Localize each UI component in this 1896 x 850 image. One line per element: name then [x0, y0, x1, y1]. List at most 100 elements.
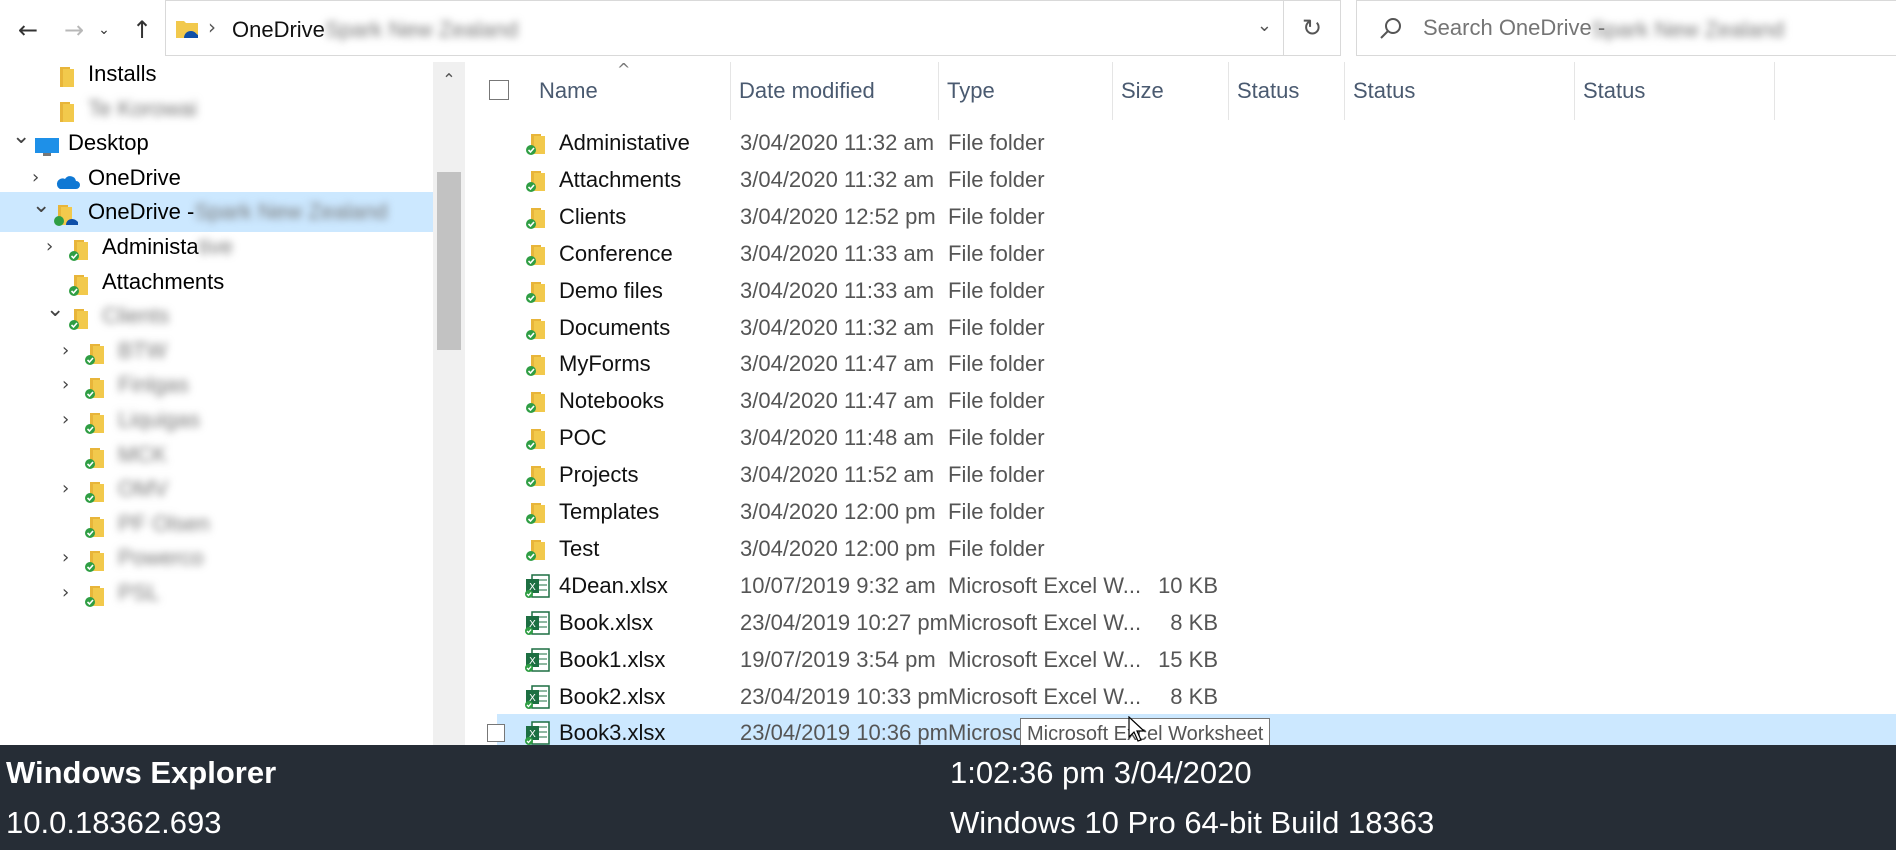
file-type: File folder: [948, 351, 1045, 377]
chevron-right-icon[interactable]: ›: [62, 573, 69, 613]
table-row[interactable]: Attachments 3/04/2020 11:32 am File folder: [497, 161, 1896, 198]
address-bar[interactable]: › OneDriveSpark New Zealand ⌄ ↻: [165, 0, 1341, 56]
search-box[interactable]: Spark New Zealand: [1356, 0, 1896, 56]
chevron-down-icon[interactable]: ⌄: [32, 186, 50, 226]
table-row[interactable]: Templates 3/04/2020 12:00 pm File folder: [497, 493, 1896, 530]
up-button[interactable]: ↑: [124, 12, 160, 48]
table-row[interactable]: X Book1.xlsx 19/07/2019 3:54 pm Microsoft E…: [497, 641, 1896, 678]
file-name: Demo files: [559, 277, 663, 303]
file-size: 10 KB: [1158, 572, 1218, 598]
scrollbar-thumb[interactable]: [437, 172, 461, 350]
breadcrumb[interactable]: OneDriveSpark New Zealand: [232, 17, 518, 43]
file-type: File folder: [948, 462, 1045, 488]
table-row[interactable]: Documents 3/04/2020 11:32 am File folder: [497, 309, 1896, 346]
file-type: File folder: [948, 130, 1045, 155]
file-date: 3/04/2020 11:32 am: [740, 166, 935, 192]
file-name: Clients: [559, 203, 627, 229]
os-version: Windows 10 Pro 64-bit Build 18363: [950, 805, 1435, 840]
onedrive-folder-icon: [174, 16, 200, 47]
file-name: Projects: [559, 462, 639, 488]
arrow-left-icon: ←: [17, 16, 39, 44]
chevron-down-icon: ⌄: [1256, 15, 1272, 36]
recent-locations-button[interactable]: ⌄: [92, 12, 116, 48]
file-date: 3/04/2020 11:32 am: [740, 314, 935, 340]
nav-item-label: PSL: [118, 573, 160, 613]
blurred-path: Spark New Zealand: [324, 17, 519, 42]
back-button[interactable]: ←: [10, 12, 46, 48]
file-date: 3/04/2020 12:00 pm: [740, 535, 936, 561]
refresh-icon: ↻: [1301, 14, 1323, 42]
column-header-status[interactable]: Status: [1345, 62, 1575, 120]
file-list: ^ Name Date modified Type Size Status St…: [467, 62, 1896, 745]
arrow-up-icon: ↑: [131, 16, 153, 44]
file-name: Attachments: [559, 166, 682, 192]
table-row[interactable]: POC 3/04/2020 11:48 am File folder: [497, 419, 1896, 456]
column-header-status[interactable]: Status: [1575, 62, 1775, 120]
select-all-checkbox[interactable]: [489, 80, 509, 100]
file-type: File folder: [948, 425, 1045, 451]
file-type: File folder: [948, 535, 1045, 561]
file-date: 3/04/2020 11:32 am: [740, 130, 935, 155]
nav-item[interactable]: › PSL: [0, 573, 433, 613]
app-name: Windows Explorer: [6, 755, 277, 790]
file-name: 4Dean.xlsx: [559, 572, 668, 598]
info-bar: Windows Explorer 10.0.18362.693 1:02:36 …: [0, 745, 1896, 850]
folder-icon: [84, 581, 108, 621]
file-size: 8 KB: [1170, 609, 1218, 635]
arrow-right-icon: →: [63, 16, 85, 44]
chevron-down-icon[interactable]: ⌄: [46, 290, 64, 330]
table-row[interactable]: Conference 3/04/2020 11:33 am File folder: [497, 235, 1896, 272]
file-name: Test: [559, 535, 600, 561]
file-date: 19/07/2019 3:54 pm: [740, 646, 936, 672]
table-row[interactable]: Projects 3/04/2020 11:52 am File folder: [497, 456, 1896, 493]
file-name: Book2.xlsx: [559, 683, 666, 709]
search-icon: [1379, 16, 1403, 45]
file-type: File folder: [948, 203, 1045, 229]
table-row[interactable]: X Book.xlsx 23/04/2019 10:27 pm Microsoft E…: [497, 604, 1896, 641]
row-checkbox[interactable]: [487, 724, 505, 743]
file-date: 3/04/2020 11:47 am: [740, 351, 935, 377]
column-header-date[interactable]: Date modified: [731, 62, 939, 120]
scroll-up-icon[interactable]: ⌃: [433, 70, 465, 89]
table-row[interactable]: Demo files 3/04/2020 11:33 am File folder: [497, 272, 1896, 309]
address-dropdown-button[interactable]: ⌄: [1257, 15, 1272, 36]
file-name: Conference: [559, 240, 673, 266]
file-name: Documents: [559, 314, 671, 340]
table-row[interactable]: X Book2.xlsx 23/04/2019 10:33 pm Microsoft …: [497, 678, 1896, 715]
file-name: Book3.xlsx: [559, 720, 666, 745]
file-date: 23/04/2019 10:27 pm: [740, 609, 948, 635]
file-type: File folder: [948, 388, 1045, 414]
chevron-down-icon: ⌄: [98, 22, 110, 38]
file-type: File folder: [948, 166, 1045, 192]
column-header-type[interactable]: Type: [939, 62, 1113, 120]
file-name: Notebooks: [559, 388, 665, 414]
breadcrumb-separator-icon: ›: [208, 15, 216, 39]
table-row[interactable]: Administative 3/04/2020 11:32 am File fold…: [497, 124, 1896, 161]
mouse-cursor-icon: [1128, 715, 1146, 747]
table-row[interactable]: Notebooks 3/04/2020 11:47 am File folder: [497, 382, 1896, 419]
file-name: Book.xlsx: [559, 609, 654, 635]
table-row[interactable]: Clients 3/04/2020 12:52 pm File folder: [497, 198, 1896, 235]
file-type: File folder: [948, 499, 1045, 524]
file-date: 3/04/2020 11:52 am: [740, 462, 935, 488]
forward-button[interactable]: →: [56, 12, 92, 48]
excel-file-icon: X: [525, 720, 551, 745]
chevron-down-icon[interactable]: ⌄: [12, 117, 30, 157]
file-date: 10/07/2019 9:32 am: [740, 572, 936, 598]
table-row[interactable]: Test 3/04/2020 12:00 pm File folder: [497, 530, 1896, 567]
file-date: 23/04/2019 10:36 pm: [740, 720, 948, 745]
column-header-status[interactable]: Status: [1229, 62, 1345, 120]
file-date: 3/04/2020 12:00 pm: [740, 499, 936, 524]
datetime: 1:02:36 pm 3/04/2020: [950, 755, 1252, 790]
table-row[interactable]: X 4Dean.xlsx 10/07/2019 9:32 am Microsoft E…: [497, 567, 1896, 604]
top-bar: ← → ⌄ ↑ › OneDriveSpark New Zealand ⌄ ↻ …: [0, 0, 1896, 62]
column-header-size[interactable]: Size: [1113, 62, 1229, 120]
file-date: 23/04/2019 10:33 pm: [740, 683, 948, 709]
app-version: 10.0.18362.693: [6, 805, 222, 840]
navigation-scrollbar[interactable]: ⌃: [433, 62, 465, 745]
column-headers: ^ Name Date modified Type Size Status St…: [467, 62, 1896, 120]
file-type: File folder: [948, 277, 1045, 303]
refresh-button[interactable]: ↻: [1283, 1, 1340, 55]
column-header-name[interactable]: Name: [531, 62, 731, 120]
table-row[interactable]: MyForms 3/04/2020 11:47 am File folder: [497, 345, 1896, 382]
